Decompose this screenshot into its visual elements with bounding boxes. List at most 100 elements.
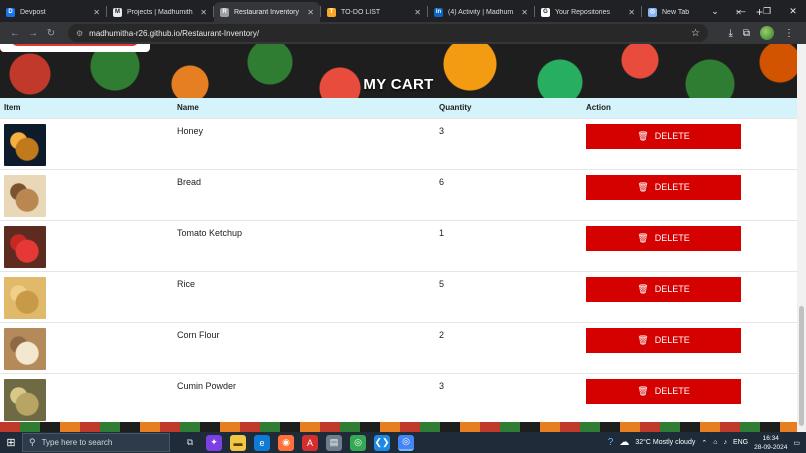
system-tray: ? ☁ 32°C Mostly cloudy ⌃ ⌂ ♪ ENG 16:34 2… bbox=[608, 434, 806, 452]
cart-table: Item Name Quantity Action Honey 3 🗑 DELETE B… bbox=[0, 98, 797, 424]
download-icon[interactable]: ⤓ bbox=[728, 28, 732, 39]
product-thumbnail bbox=[4, 174, 46, 217]
item-cell bbox=[0, 118, 173, 169]
cart-row: Rice 5 🗑 DELETE bbox=[0, 271, 797, 322]
tab-favicon-icon: M bbox=[113, 7, 122, 17]
scrollbar-thumb[interactable] bbox=[799, 306, 804, 426]
menu-icon[interactable]: ⋮ bbox=[784, 28, 794, 39]
cart-row: Cumin Powder 3 🗑 DELETE bbox=[0, 373, 797, 424]
taskbar-search[interactable]: ⚲ Type here to search bbox=[22, 433, 170, 452]
site-info-icon[interactable]: ⚙ bbox=[76, 29, 83, 38]
close-window-icon[interactable]: ✕ bbox=[780, 0, 806, 22]
copilot-icon[interactable]: ✦ bbox=[206, 434, 222, 451]
browser-tab[interactable]: D Devpost ✕ bbox=[0, 2, 106, 22]
clock[interactable]: 16:34 28-09-2024 bbox=[754, 434, 787, 452]
trash-icon: 🗑 bbox=[637, 232, 649, 243]
forward-icon[interactable]: → bbox=[24, 28, 42, 39]
browser-tab[interactable]: R Restaurant Inventory ✕ bbox=[214, 2, 320, 22]
tab-favicon-icon: in bbox=[434, 7, 443, 17]
browser-tab[interactable]: M Projects | Madhumith ✕ bbox=[107, 2, 213, 22]
product-thumbnail bbox=[4, 378, 46, 421]
tab-close-icon[interactable]: ✕ bbox=[628, 8, 635, 17]
trash-icon: 🗑 bbox=[637, 130, 649, 141]
action-cell: 🗑 DELETE bbox=[582, 373, 797, 424]
acrobat-icon[interactable]: A bbox=[302, 434, 318, 451]
tray-chevron-icon[interactable]: ⌃ bbox=[701, 439, 707, 447]
file-explorer-icon[interactable]: ▬ bbox=[230, 434, 246, 451]
window-controls: ⌄ — ❐ ✕ bbox=[702, 0, 806, 22]
action-cell: 🗑 DELETE bbox=[582, 322, 797, 373]
product-thumbnail bbox=[4, 225, 46, 268]
item-quantity: 3 bbox=[439, 125, 445, 136]
language-indicator[interactable]: ENG bbox=[733, 439, 748, 446]
toolbar-actions: ⤓ ⧉ ⋮ bbox=[728, 26, 800, 40]
tab-search-icon[interactable]: ⌄ bbox=[702, 0, 728, 22]
tab-close-icon[interactable]: ✕ bbox=[521, 8, 528, 17]
chrome-active-icon[interactable]: ◎ bbox=[398, 434, 414, 451]
delete-label: DELETE bbox=[654, 131, 690, 141]
browser-toolbar: ← → ↻ ⚙ madhumitha-r26.github.io/Restaur… bbox=[0, 22, 806, 44]
product-thumbnail bbox=[4, 276, 46, 319]
delete-button[interactable]: 🗑 DELETE bbox=[586, 123, 741, 149]
cart-row: Honey 3 🗑 DELETE bbox=[0, 118, 797, 169]
firefox-icon[interactable]: ◉ bbox=[278, 434, 294, 451]
tab-close-icon[interactable]: ✕ bbox=[93, 8, 100, 17]
network-icon[interactable]: ⌂ bbox=[713, 439, 717, 446]
bookmark-star-icon[interactable]: ☆ bbox=[691, 28, 700, 39]
notification-icon[interactable]: ▭ bbox=[793, 439, 800, 447]
task-view-icon[interactable]: ⧉ bbox=[182, 435, 198, 451]
item-cell bbox=[0, 169, 173, 220]
vscode-icon[interactable]: ❮❯ bbox=[374, 434, 390, 451]
browser-tab[interactable]: in (4) Activity | Madhum ✕ bbox=[428, 2, 534, 22]
delete-label: DELETE bbox=[654, 233, 690, 243]
item-name: Rice bbox=[177, 278, 196, 289]
minimize-icon[interactable]: — bbox=[728, 0, 754, 22]
windows-start-icon[interactable]: ⊞ bbox=[0, 432, 22, 453]
browser-tab[interactable]: G Your Repositories ✕ bbox=[535, 2, 641, 22]
address-url[interactable]: madhumitha-r26.github.io/Restaurant-Inve… bbox=[89, 29, 691, 38]
tab-favicon-icon: ◎ bbox=[648, 7, 657, 17]
edge-icon[interactable]: e bbox=[254, 434, 270, 451]
tab-close-icon[interactable]: ✕ bbox=[414, 8, 421, 17]
notepad-icon[interactable]: ▤ bbox=[326, 434, 342, 451]
item-cell bbox=[0, 322, 173, 373]
cart-row: Corn Flour 2 🗑 DELETE bbox=[0, 322, 797, 373]
reload-icon[interactable]: ↻ bbox=[42, 28, 60, 39]
delete-label: DELETE bbox=[654, 182, 690, 192]
back-icon[interactable]: ← bbox=[6, 28, 24, 39]
profile-avatar[interactable] bbox=[760, 26, 774, 40]
delete-button[interactable]: 🗑 DELETE bbox=[586, 225, 741, 251]
chrome-icon[interactable]: ◎ bbox=[350, 434, 366, 451]
cart-row: Bread 6 🗑 DELETE bbox=[0, 169, 797, 220]
delete-button[interactable]: 🗑 DELETE bbox=[586, 276, 741, 302]
trash-icon: 🗑 bbox=[637, 385, 649, 396]
help-icon[interactable]: ? bbox=[608, 437, 614, 448]
volume-icon[interactable]: ♪ bbox=[723, 439, 727, 446]
action-cell: 🗑 DELETE bbox=[582, 220, 797, 271]
trash-icon: 🗑 bbox=[637, 181, 649, 192]
cart-table-header: Item Name Quantity Action bbox=[0, 98, 797, 118]
tab-close-icon[interactable]: ✕ bbox=[200, 8, 207, 17]
cloud-icon: ☁ bbox=[619, 437, 630, 448]
item-quantity: 1 bbox=[439, 227, 445, 238]
delete-button[interactable]: 🗑 DELETE bbox=[586, 174, 741, 200]
browser-tab[interactable]: T TO-DO LIST ✕ bbox=[321, 2, 427, 22]
hero-button-partial[interactable] bbox=[0, 44, 150, 52]
trash-icon: 🗑 bbox=[637, 283, 649, 294]
taskbar-apps: ⧉ ✦ ▬ e ◉ A ▤ ◎ ❮❯ ◎ bbox=[182, 434, 414, 451]
page-scrollbar[interactable] bbox=[797, 44, 806, 432]
hero-banner: MY CART bbox=[0, 44, 797, 98]
address-bar[interactable]: ⚙ madhumitha-r26.github.io/Restaurant-In… bbox=[68, 24, 708, 42]
item-name: Tomato Ketchup bbox=[177, 227, 243, 238]
extensions-icon[interactable]: ⧉ bbox=[743, 28, 750, 39]
weather-text[interactable]: 32°C Mostly cloudy bbox=[635, 439, 695, 446]
tab-close-icon[interactable]: ✕ bbox=[307, 8, 314, 17]
delete-button[interactable]: 🗑 DELETE bbox=[586, 327, 741, 353]
delete-button[interactable]: 🗑 DELETE bbox=[586, 378, 741, 404]
item-name: Bread bbox=[177, 176, 202, 187]
item-cell bbox=[0, 271, 173, 322]
column-action: Action bbox=[586, 103, 611, 113]
trash-icon: 🗑 bbox=[637, 334, 649, 345]
restore-icon[interactable]: ❐ bbox=[754, 0, 780, 22]
action-cell: 🗑 DELETE bbox=[582, 118, 797, 169]
